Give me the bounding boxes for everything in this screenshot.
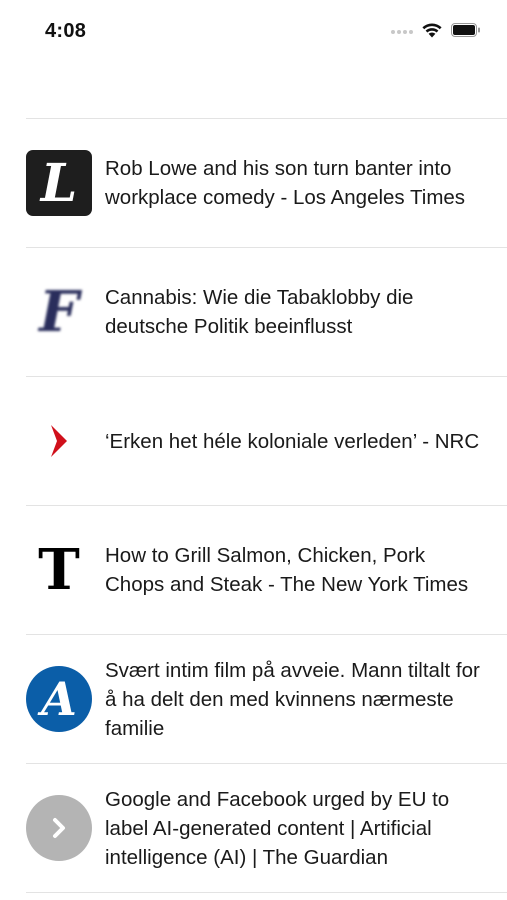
battery-icon — [451, 23, 481, 37]
wifi-icon — [421, 22, 443, 38]
list-item[interactable]: ‘Erken het héle koloniale verleden’ - NR… — [26, 377, 507, 506]
status-bar: 4:08 — [0, 0, 507, 62]
list-item[interactable]: A Svært intim film på avveie. Mann tilta… — [26, 635, 507, 764]
aftenposten-logo-icon: A — [26, 666, 92, 732]
list-item[interactable]: L Rob Lowe and his son turn banter into … — [26, 119, 507, 248]
status-time: 4:08 — [45, 20, 87, 42]
faz-logo-icon: F — [39, 279, 79, 345]
news-title: Cannabis: Wie die Tabaklobby die deutsch… — [105, 286, 414, 338]
list-item[interactable]: Google and Facebook urged by EU to label… — [26, 764, 507, 893]
list-item[interactable]: T How to Grill Salmon, Chicken, Pork Cho… — [26, 506, 507, 635]
chevron-right-icon — [26, 795, 92, 861]
news-title: Svært intim film på avveie. Mann tiltalt… — [105, 658, 480, 740]
list-item[interactable]: F Cannabis: Wie die Tabaklobby die deuts… — [26, 248, 507, 377]
cellular-signal-icon — [391, 30, 413, 34]
new-york-times-logo-icon: T — [38, 537, 80, 603]
news-title: How to Grill Salmon, Chicken, Pork Chops… — [105, 544, 469, 596]
los-angeles-times-logo-icon: L — [26, 150, 92, 216]
news-title: Rob Lowe and his son turn banter into wo… — [105, 157, 466, 209]
news-title: Google and Facebook urged by EU to label… — [105, 787, 450, 869]
status-indicators — [391, 22, 481, 38]
news-title: ‘Erken het héle koloniale verleden’ - NR… — [105, 429, 480, 453]
nrc-logo-icon — [26, 408, 92, 474]
news-list: L Rob Lowe and his son turn banter into … — [26, 118, 507, 893]
